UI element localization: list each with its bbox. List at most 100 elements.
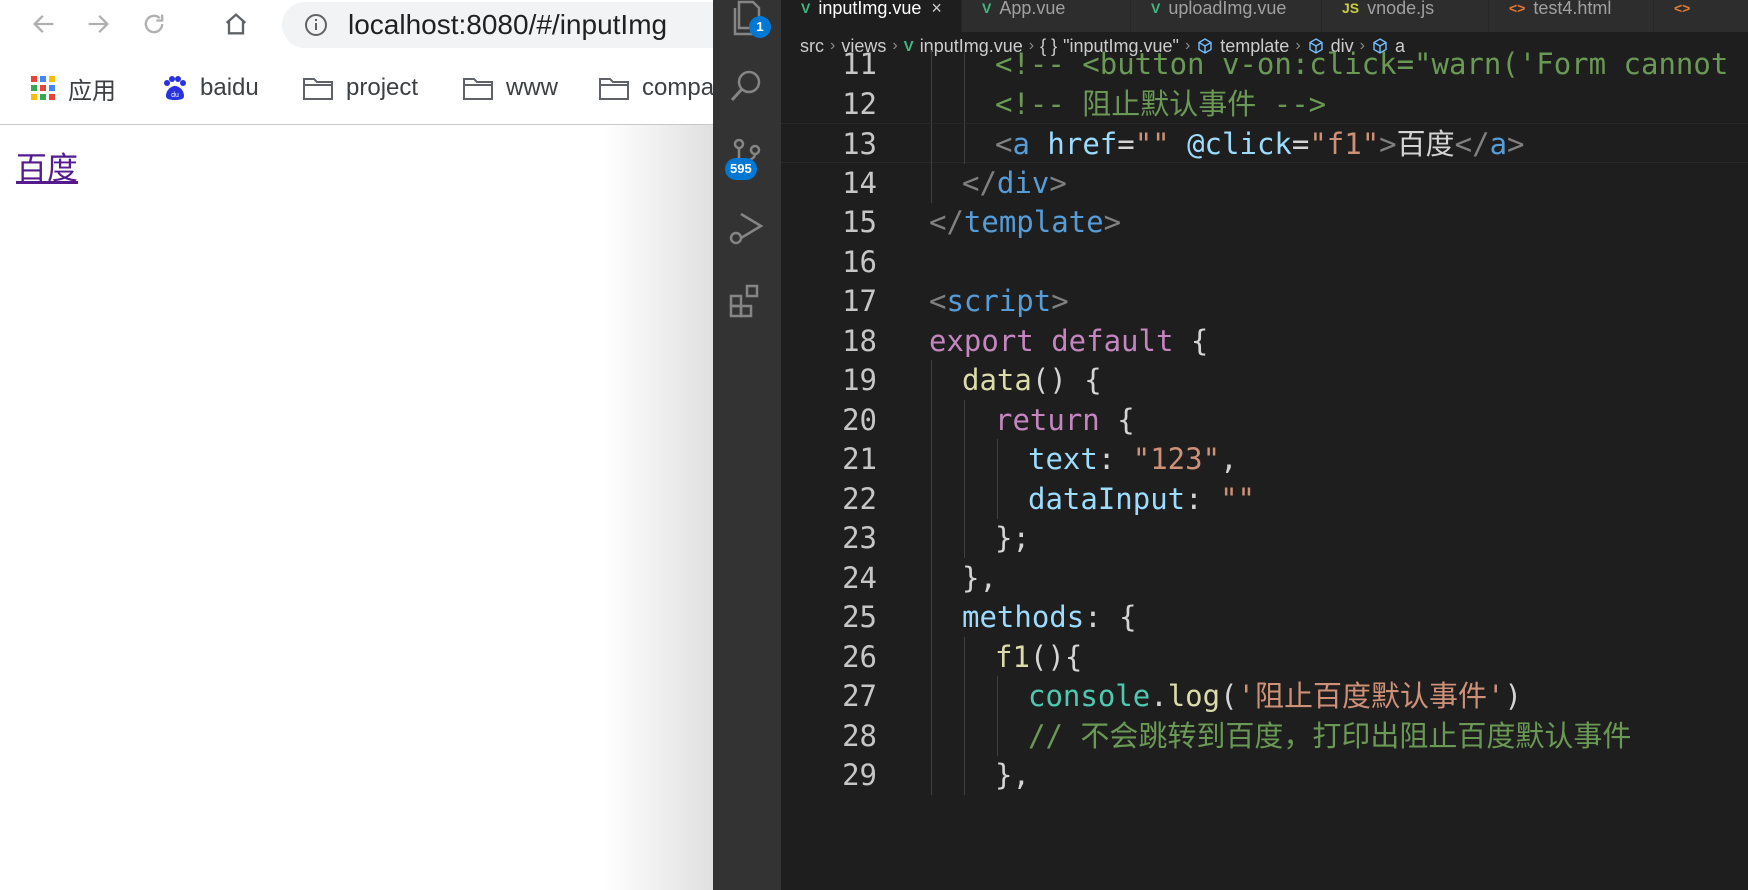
code-line[interactable]: 18 export default { (781, 321, 1748, 361)
bookmark-project[interactable]: project (302, 72, 418, 104)
tab-overflow[interactable]: <> (1654, 0, 1748, 32)
line-number: 21 (842, 442, 877, 476)
tab-test4-html[interactable]: <> test4.html (1489, 0, 1654, 32)
indent-guide (931, 715, 932, 756)
code-line[interactable]: 19 data() { (781, 360, 1748, 400)
indent-guide (964, 83, 965, 124)
code-line[interactable]: 11 <!-- <button v-on:click="warn('Form ca… (781, 50, 1748, 84)
code-text: <!-- 阻止默认事件 --> (995, 84, 1326, 124)
bookmark-baidu[interactable]: du baidu (160, 72, 259, 104)
indent-guide (931, 360, 932, 400)
code-token: ( (1220, 679, 1238, 713)
code-token: { (1099, 402, 1135, 437)
code-text: <a href="" @click="f1">百度</a> (995, 124, 1525, 164)
bookmark-apps[interactable]: 应用 (30, 72, 116, 105)
folder-icon (463, 78, 493, 100)
close-icon[interactable]: × (931, 0, 942, 18)
code-line[interactable]: 21 text: "123", (781, 439, 1748, 479)
bookmark-www[interactable]: www (462, 72, 558, 104)
line-number: 18 (842, 323, 877, 358)
code-token: // 不会跳转到百度，打印出阻止百度默认事件 (1028, 718, 1632, 753)
code-line[interactable]: 26 f1(){ (781, 636, 1748, 677)
bookmark-label: www (506, 74, 558, 101)
apps-grid-icon (31, 76, 55, 100)
code-area[interactable]: 11 <!-- <button v-on:click="warn('Form ca… (781, 50, 1748, 890)
run-debug-icon (729, 212, 764, 245)
bookmark-label: compa (642, 74, 713, 101)
indent-guide (931, 597, 932, 637)
line-number: 16 (842, 244, 877, 279)
code-line[interactable]: 20 return { (781, 399, 1748, 440)
line-number: 27 (842, 679, 877, 713)
indent-guide (964, 399, 965, 440)
line-number: 28 (842, 718, 877, 753)
code-editor: 1 595 VinputImg.vue × V App.vue VuploadImg… (713, 0, 1748, 890)
code-token: }, (995, 758, 1030, 792)
code-line[interactable]: 28 // 不会跳转到百度，打印出阻止百度默认事件 (781, 715, 1748, 756)
code-token: '阻止百度默认事件' (1237, 679, 1505, 713)
indent-guide (964, 478, 965, 519)
search-button[interactable] (727, 66, 767, 106)
indent-guide (931, 399, 932, 440)
code-line[interactable]: 17 <script> (781, 281, 1748, 321)
tab-app-vue[interactable]: V App.vue (962, 0, 1131, 32)
home-button[interactable] (218, 6, 254, 42)
tab-uploadimg-vue[interactable]: VuploadImg.vue (1131, 0, 1322, 32)
source-control-button[interactable]: 595 (725, 136, 767, 180)
bookmark-label: 应用 (68, 77, 116, 105)
folder-icon (599, 78, 629, 100)
code-token: () { (1031, 363, 1102, 397)
back-button[interactable] (26, 6, 62, 42)
source-control-badge: 595 (725, 158, 757, 180)
url-text: localhost:8080/#/inputImg (348, 9, 668, 40)
indent-guide (964, 124, 965, 164)
code-line[interactable]: 12 <!-- 阻止默认事件 --> (781, 83, 1748, 124)
code-text: </template> (929, 202, 1121, 242)
code-line[interactable]: 16 (781, 242, 1748, 282)
code-token: > (1507, 127, 1525, 161)
code-token: > (1379, 127, 1397, 161)
code-token: }; (995, 521, 1030, 555)
code-token: : { (1084, 600, 1137, 634)
code-line[interactable]: 27 console.log('阻止百度默认事件') (781, 676, 1748, 716)
line-number: 25 (842, 600, 877, 634)
code-line[interactable]: 13 <a href="" @click="f1">百度</a> (781, 123, 1748, 164)
code-token: "123" (1132, 442, 1221, 476)
indent-guide (964, 676, 965, 716)
code-line[interactable]: 29}, (781, 755, 1748, 795)
activity-bar: 1 595 (713, 0, 781, 890)
run-debug-button[interactable] (727, 208, 767, 248)
tab-vnode-js[interactable]: JS vnode.js (1322, 0, 1489, 32)
indent-guide (997, 676, 998, 716)
home-icon (225, 13, 247, 35)
tab-inputimg-vue[interactable]: VinputImg.vue × (781, 0, 962, 32)
code-line[interactable]: 24}, (781, 557, 1748, 598)
indent-guide (931, 162, 932, 203)
forward-button[interactable] (80, 6, 116, 42)
code-token: . (1150, 679, 1168, 713)
reload-button[interactable] (136, 6, 172, 42)
code-token: div (996, 165, 1050, 200)
indent-guide (931, 50, 932, 84)
browser-toolbar: localhost:8080/#/inputImg (0, 0, 713, 52)
extensions-button[interactable] (727, 282, 767, 322)
code-line[interactable]: 14 </div> (781, 162, 1748, 203)
code-line[interactable]: 23}; (781, 518, 1748, 558)
explorer-button[interactable]: 1 (727, 0, 771, 38)
code-token: template (963, 205, 1104, 239)
code-line[interactable]: 15 </template> (781, 202, 1748, 242)
code-token: href (1047, 127, 1118, 161)
baidu-link[interactable]: 百度 (16, 143, 78, 188)
line-number: 13 (842, 127, 877, 161)
line-number: 14 (842, 165, 877, 200)
code-token: "f1" (1309, 127, 1380, 161)
code-line[interactable]: 22 dataInput: "" (781, 478, 1748, 519)
address-bar[interactable]: localhost:8080/#/inputImg (282, 2, 713, 48)
bookmark-compa[interactable]: compa (598, 72, 713, 104)
info-icon[interactable] (304, 13, 328, 37)
code-token: log (1167, 679, 1221, 713)
browser-window: localhost:8080/#/inputImg 应用 du baidu pr… (0, 0, 713, 890)
code-token: : (1097, 442, 1133, 476)
code-line[interactable]: 25 methods: { (781, 597, 1748, 637)
